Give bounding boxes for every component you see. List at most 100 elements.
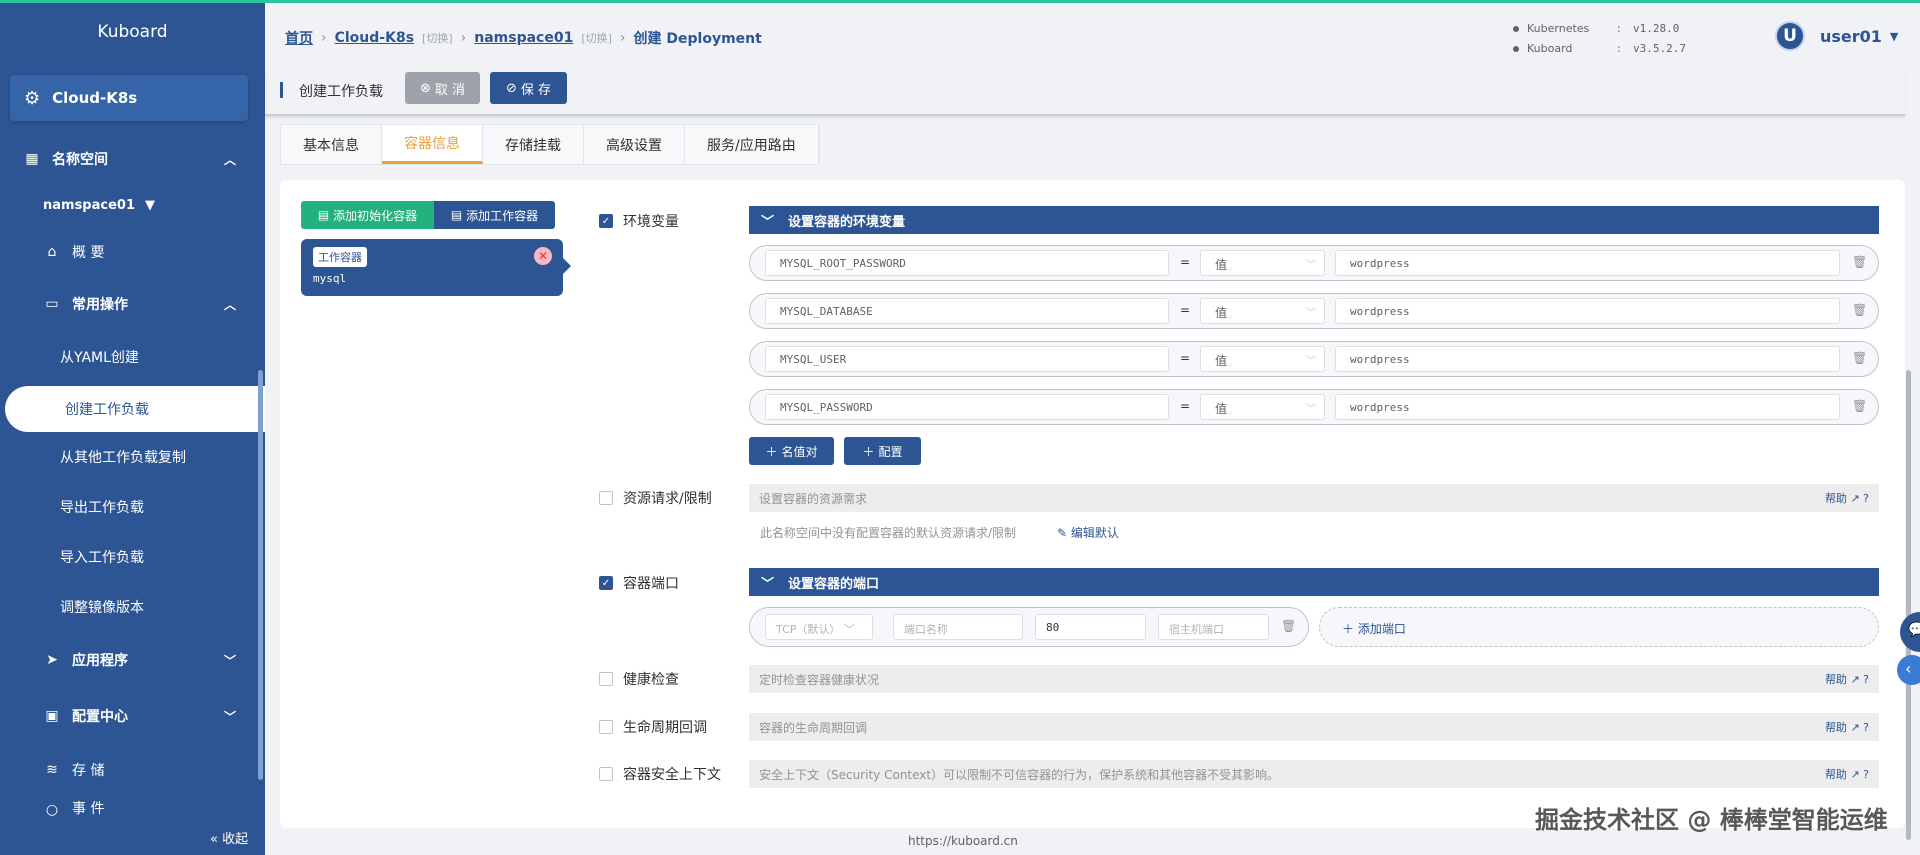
breadcrumb-cluster[interactable]: Cloud-K8s — [335, 30, 414, 46]
cancel-circle-icon: ⊗ — [419, 80, 431, 96]
add-port-button[interactable]: ＋ 添加端口 — [1319, 607, 1879, 647]
switch-cluster-link[interactable]: [切换] — [422, 30, 453, 46]
version-key: Kubernetes — [1527, 22, 1590, 35]
trash-icon[interactable]: 🗑 — [1852, 303, 1867, 317]
breadcrumb-home[interactable]: 首页 — [285, 28, 313, 48]
tab-storage-mount[interactable]: 存储挂载 — [483, 125, 584, 164]
chevron-left-icon[interactable]: ‹ — [1897, 655, 1920, 685]
resource-hint: 此名称空间中没有配置容器的默认资源请求/限制 — [760, 526, 1017, 540]
plus-icon: ＋ — [765, 444, 778, 459]
help-link[interactable]: 帮助 ↗ ? — [1825, 490, 1869, 506]
env-section-header[interactable]: ﹀ 设置容器的环境变量 — [749, 206, 1879, 234]
env-value-input[interactable]: wordpress — [1335, 250, 1840, 276]
sidebar-item-common-ops[interactable]: ▭ 常用操作 ︿ — [0, 284, 260, 324]
content-scrollbar[interactable] — [1906, 370, 1911, 840]
env-checkbox[interactable]: ✓ — [599, 214, 613, 228]
sidebar-item-copy-workload[interactable]: 从其他工作负载复制 — [60, 447, 186, 467]
help-link[interactable]: 帮助 ↗ ? — [1825, 671, 1869, 687]
tab-advanced[interactable]: 高级设置 — [584, 125, 685, 164]
home-icon: ⌂ — [47, 244, 57, 260]
tab-service-route[interactable]: 服务/应用路由 — [685, 125, 819, 164]
env-type-select[interactable]: 值 ﹀ — [1200, 394, 1325, 420]
bell-icon: ○ — [45, 802, 59, 818]
resource-checkbox[interactable] — [599, 491, 613, 505]
switch-namespace-link[interactable]: [切换] — [581, 30, 612, 46]
namespace-selector[interactable]: namspace01 ▼ — [0, 185, 260, 225]
sidebar-item-from-yaml[interactable]: 从YAML创建 — [60, 347, 139, 367]
ports-checkbox[interactable]: ✓ — [599, 576, 613, 590]
help-link[interactable]: 帮助 ↗ ? — [1825, 719, 1869, 735]
add-init-container-button[interactable]: ▤ 添加初始化容器 — [301, 201, 434, 229]
lifecycle-checkbox[interactable] — [599, 720, 613, 734]
env-type-select[interactable]: 值 ﹀ — [1200, 346, 1325, 372]
security-label: 容器安全上下文 — [623, 767, 721, 783]
equals-sign: = — [1180, 255, 1191, 269]
cancel-button[interactable]: ⊗ 取 消 — [405, 72, 480, 104]
env-key-input[interactable]: MYSQL_DATABASE — [765, 298, 1169, 324]
section-title: 设置容器的端口 — [788, 576, 880, 592]
chevron-down-icon: ﹀ — [1306, 308, 1316, 319]
env-row: MYSQL_PASSWORD = 值 ﹀ wordpress 🗑 — [749, 389, 1879, 425]
username: user01 — [1820, 26, 1882, 46]
add-work-container-button[interactable]: ▤ 添加工作容器 — [434, 201, 555, 229]
env-value-input[interactable]: wordpress — [1335, 394, 1840, 420]
tab-bar: 基本信息 容器信息 存储挂载 高级设置 服务/应用路由 — [280, 124, 820, 165]
env-type-select[interactable]: 值 ﹀ — [1200, 250, 1325, 276]
env-value-input[interactable]: wordpress — [1335, 346, 1840, 372]
trash-icon[interactable]: 🗑 — [1852, 255, 1867, 269]
sidebar-item-config[interactable]: ▣ 配置中心 ﹀ — [0, 696, 260, 736]
security-checkbox[interactable] — [599, 767, 613, 781]
health-checkbox[interactable] — [599, 672, 613, 686]
footer-link[interactable]: https://kuboard.cn — [908, 834, 1018, 848]
add-name-value-button[interactable]: ＋名值对 — [749, 437, 834, 465]
help-link[interactable]: 帮助 ↗ ? — [1825, 766, 1869, 782]
user-menu[interactable]: U user01 ▼ — [1775, 21, 1898, 51]
sidebar-item-adjust-image[interactable]: 调整镜像版本 — [60, 597, 144, 617]
sidebar-item-storage[interactable]: ≋ 存 储 — [0, 750, 260, 790]
page-title: 创建工作负载 — [299, 84, 383, 100]
chevron-down-icon: ﹀ — [761, 214, 775, 230]
env-key-input[interactable]: MYSQL_USER — [765, 346, 1169, 372]
add-config-button[interactable]: ＋配置 — [844, 437, 921, 465]
host-port-input[interactable]: 宿主机端口 — [1158, 614, 1269, 640]
trash-icon[interactable]: 🗑 — [1852, 399, 1867, 413]
breadcrumb-namespace[interactable]: namspace01 — [474, 30, 573, 46]
save-button[interactable]: ⊘ 保 存 — [490, 72, 567, 104]
section-desc: 容器的生命周期回调 — [759, 721, 868, 735]
port-number-input[interactable]: 80 — [1035, 614, 1146, 640]
sidebar-item-export-workload[interactable]: 导出工作负载 — [60, 497, 144, 517]
security-section-bar: 安全上下文（Security Context）可以限制不可信容器的行为，保护系统… — [749, 760, 1879, 788]
version-info: Kubernetes: v1.28.0 Kuboard: v3.5.2.7 — [1513, 19, 1686, 59]
sidebar-item-overview[interactable]: ⌂ 概 要 — [0, 232, 260, 272]
protocol-select[interactable]: TCP（默认） ﹀ — [765, 614, 873, 640]
env-value-input[interactable]: wordpress — [1335, 298, 1840, 324]
collapse-button[interactable]: « 收起 — [210, 828, 248, 847]
sidebar-item-label: 常用操作 — [72, 297, 128, 313]
sidebar-item-create-workload[interactable]: 创建工作负载 — [5, 386, 265, 432]
sidebar-item-import-workload[interactable]: 导入工作负载 — [60, 547, 144, 567]
sidebar-item-apps[interactable]: ➤ 应用程序 ﹀ — [0, 640, 260, 680]
namespace-name: namspace01 — [43, 197, 136, 213]
sidebar-item-namespace[interactable]: ▦ 名称空间 ︿ — [0, 139, 260, 179]
tab-container-info[interactable]: 容器信息 — [382, 125, 483, 164]
close-icon[interactable]: ✕ — [534, 247, 552, 265]
env-key-input[interactable]: MYSQL_PASSWORD — [765, 394, 1169, 420]
chevron-down-icon: ﹀ — [761, 576, 775, 592]
help-label: 帮助 — [1824, 673, 1847, 686]
container-type-tag: 工作容器 — [313, 247, 367, 267]
trash-icon[interactable]: 🗑 — [1852, 351, 1867, 365]
edit-default-link[interactable]: ✎ 编辑默认 — [1057, 524, 1119, 541]
tab-basic-info[interactable]: 基本信息 — [281, 125, 382, 164]
env-type-select[interactable]: 值 ﹀ — [1200, 298, 1325, 324]
container-card[interactable]: 工作容器 mysql ✕ — [301, 239, 563, 296]
save-label: 保 存 — [520, 82, 552, 98]
ports-section-header[interactable]: ﹀ 设置容器的端口 — [749, 568, 1879, 596]
trash-icon[interactable]: 🗑 — [1281, 619, 1296, 633]
port-name-input[interactable]: 端口名称 — [893, 614, 1023, 640]
button-label: 名值对 — [781, 444, 818, 459]
cluster-selector[interactable]: ⚙ Cloud-K8s — [10, 75, 248, 121]
chevron-up-icon: ︿ — [223, 152, 236, 167]
sidebar-item-events[interactable]: ○ 事 件 — [0, 798, 260, 818]
env-key-input[interactable]: MYSQL_ROOT_PASSWORD — [765, 250, 1169, 276]
sidebar-scrollbar[interactable] — [258, 370, 263, 780]
